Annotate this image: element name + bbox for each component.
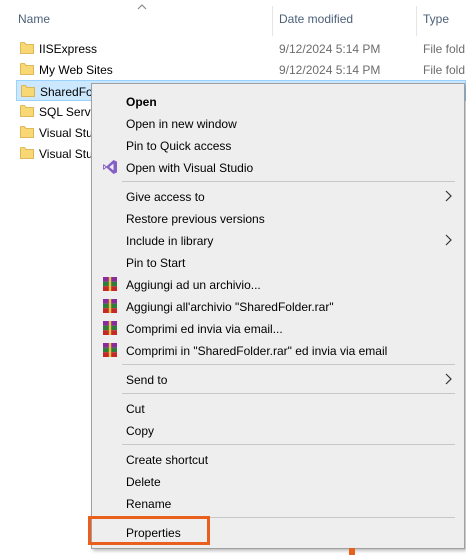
menu-item-label: Aggiungi ad un archivio... [126,278,261,292]
winrar-icon [103,343,117,357]
menu-item-create-shortcut[interactable]: Create shortcut [92,448,464,470]
menu-item-open-in-new-window[interactable]: Open in new window [92,112,464,134]
column-name-header[interactable]: Name [18,12,50,26]
winrar-icon [103,277,117,291]
file-row-iisexpress[interactable]: IISExpress 9/12/2024 5:14 PM File fold [16,38,466,59]
menu-item-label: Open in new window [126,117,237,131]
menu-item-label: Comprimi in "SharedFolder.rar" ed invia … [126,344,388,358]
chevron-right-icon [445,190,452,202]
visual-studio-icon [103,160,117,174]
menu-item-open[interactable]: Open [92,90,464,112]
file-date: 9/12/2024 5:14 PM [279,63,381,77]
menu-item-aggiungi-all-archivio[interactable]: Aggiungi all'archivio "SharedFolder.rar" [92,295,464,317]
menu-item-delete[interactable]: Delete [92,470,464,492]
column-date-modified-header[interactable]: Date modified [279,12,353,26]
menu-item-rename[interactable]: Rename [92,492,464,514]
file-type: File fold [423,63,466,77]
menu-item-label: Open [126,95,157,109]
menu-item-comprimi-in-rar-ed-invia[interactable]: Comprimi in "SharedFolder.rar" ed invia … [92,339,464,361]
menu-item-label: Pin to Start [126,256,186,270]
file-name: SharedFol [40,85,96,99]
folder-icon [20,126,34,138]
column-type-header[interactable]: Type [423,12,449,26]
menu-item-give-access-to[interactable]: Give access to [92,185,464,207]
file-name: Visual Stu [39,126,93,140]
menu-item-send-to[interactable]: Send to [92,368,464,390]
folder-icon [21,85,35,97]
menu-item-include-in-library[interactable]: Include in library [92,229,464,251]
menu-item-aggiungi-ad-un-archivio[interactable]: Aggiungi ad un archivio... [92,273,464,295]
menu-item-label: Create shortcut [126,453,209,467]
properties-highlight-box [88,516,210,545]
file-name: Visual Stu [39,147,93,161]
file-name: My Web Sites [39,63,113,77]
menu-item-label: Rename [126,497,172,511]
menu-item-label: Copy [126,424,155,438]
file-name: IISExpress [39,42,98,56]
file-row-my-web-sites[interactable]: My Web Sites 9/12/2024 5:14 PM File fold [16,59,466,80]
menu-separator [122,393,455,394]
menu-item-comprimi-ed-invia[interactable]: Comprimi ed invia via email... [92,317,464,339]
file-type: File fold [423,42,466,56]
chevron-right-icon [445,234,452,246]
menu-separator [122,181,455,182]
menu-item-restore-previous-versions[interactable]: Restore previous versions [92,207,464,229]
context-menu: Open Open in new window Pin to Quick acc… [91,83,465,549]
winrar-icon [103,321,117,335]
menu-item-label: Cut [126,402,145,416]
menu-item-label: Comprimi ed invia via email... [126,322,283,336]
menu-item-pin-to-start[interactable]: Pin to Start [92,251,464,273]
menu-item-label: Pin to Quick access [126,139,232,153]
sort-ascending-icon [137,4,147,10]
file-name: SQL Serve [39,105,98,119]
menu-item-pin-to-quick-access[interactable]: Pin to Quick access [92,134,464,156]
orange-annotation-mark [349,548,355,555]
menu-item-label: Open with Visual Studio [126,161,254,175]
menu-item-cut[interactable]: Cut [92,397,464,419]
column-divider[interactable] [416,6,417,36]
menu-item-open-with-visual-studio[interactable]: Open with Visual Studio [92,156,464,178]
column-divider[interactable] [272,6,273,36]
menu-item-label: Give access to [126,190,205,204]
menu-item-label: Aggiungi all'archivio "SharedFolder.rar" [126,300,334,314]
folder-icon [20,42,34,54]
column-header: Name Date modified Type [0,0,466,36]
menu-item-label: Restore previous versions [126,212,265,226]
menu-separator [122,444,455,445]
chevron-right-icon [445,373,452,385]
menu-item-label: Send to [126,373,168,387]
winrar-icon [103,299,117,313]
folder-icon [20,63,34,75]
menu-item-copy[interactable]: Copy [92,419,464,441]
menu-item-label: Delete [126,475,161,489]
menu-item-label: Include in library [126,234,214,248]
menu-separator [122,364,455,365]
folder-icon [20,147,34,159]
folder-icon [20,105,34,117]
file-date: 9/12/2024 5:14 PM [279,42,381,56]
